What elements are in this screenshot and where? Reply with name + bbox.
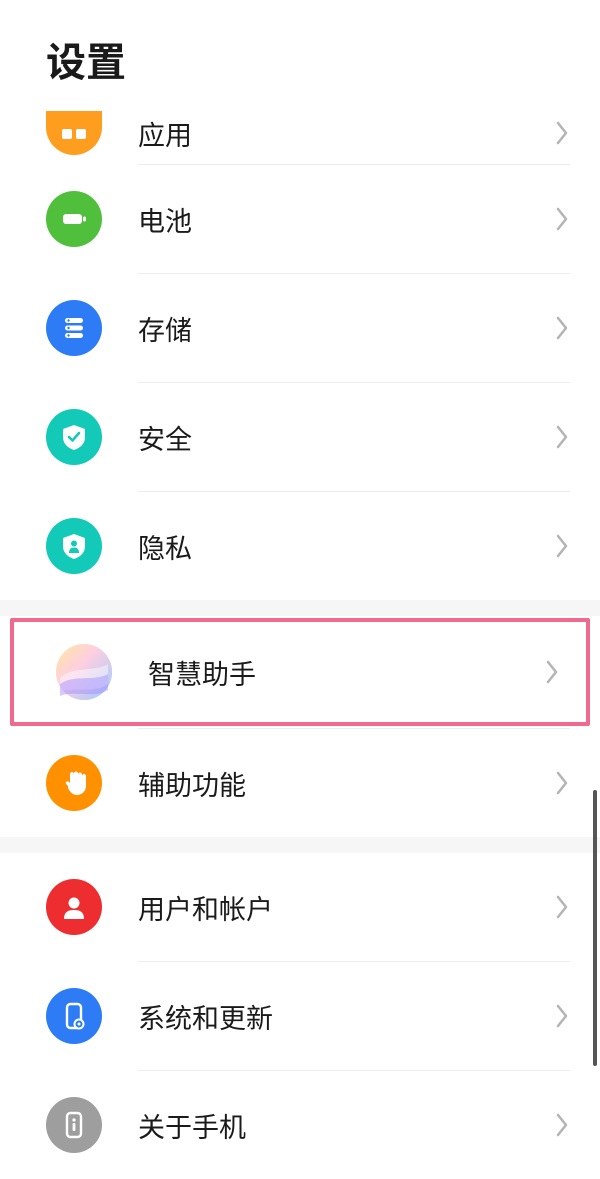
chevron-right-icon [554,119,570,147]
chevron-right-icon [554,893,570,921]
settings-row-security[interactable]: 安全 [0,383,600,491]
settings-group-3: 用户和帐户 系统和更新 [0,853,600,1179]
settings-row-storage[interactable]: 存储 [0,274,600,382]
battery-icon [46,191,102,247]
settings-group-2: 智慧助手 辅助功能 [0,618,600,837]
settings-row-system[interactable]: 系统和更新 [0,962,600,1070]
settings-row-accounts[interactable]: 用户和帐户 [0,853,600,961]
phone-info-icon [46,1097,102,1153]
group-separator [0,600,600,616]
row-label: 用户和帐户 [138,888,554,927]
apps-icon [46,111,102,155]
row-label: 存储 [138,309,554,348]
chevron-right-icon [554,1111,570,1139]
user-icon [46,879,102,935]
row-label: 关于手机 [138,1106,554,1145]
row-label: 智慧助手 [148,653,544,692]
group-separator [0,837,600,853]
chevron-right-icon [554,205,570,233]
settings-row-about[interactable]: 关于手机 [0,1071,600,1179]
row-label: 应用 [138,114,554,153]
page-title: 设置 [0,0,600,102]
privacy-icon [46,518,102,574]
row-label: 安全 [138,418,554,457]
row-label: 电池 [138,200,554,239]
chevron-right-icon [554,1002,570,1030]
settings-group-1: 应用 电池 存储 [0,102,600,600]
row-label: 系统和更新 [138,997,554,1036]
assistant-icon [56,644,112,700]
settings-row-assistant[interactable]: 智慧助手 [10,618,590,726]
chevron-right-icon [554,423,570,451]
chevron-right-icon [554,532,570,560]
row-label: 辅助功能 [138,764,554,803]
scrollbar-thumb[interactable] [593,790,597,1066]
hand-icon [46,755,102,811]
settings-row-battery[interactable]: 电池 [0,165,600,273]
settings-row-accessibility[interactable]: 辅助功能 [0,729,600,837]
row-label: 隐私 [138,527,554,566]
storage-icon [46,300,102,356]
chevron-right-icon [544,658,560,686]
chevron-right-icon [554,314,570,342]
phone-gear-icon [46,988,102,1044]
settings-row-apps[interactable]: 应用 [0,102,600,164]
chevron-right-icon [554,769,570,797]
shield-icon [46,409,102,465]
settings-row-privacy[interactable]: 隐私 [0,492,600,600]
